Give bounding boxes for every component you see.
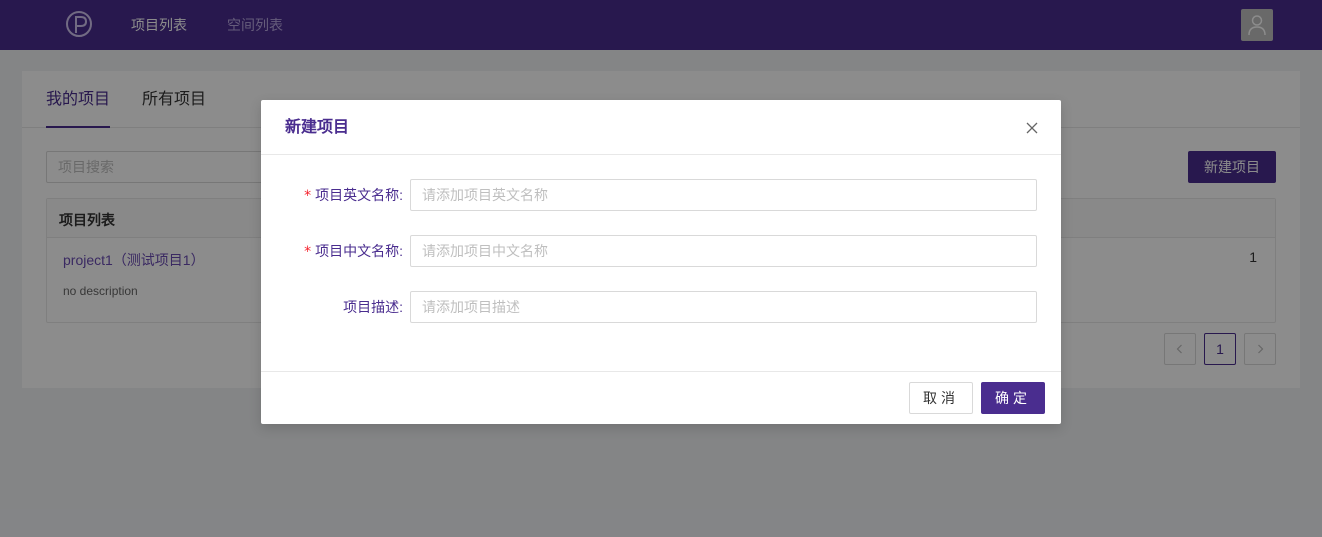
cancel-button[interactable]: 取消 [909,382,973,414]
required-mark: * [304,188,312,204]
description-label: 项目描述: [343,299,403,315]
close-icon [1026,122,1038,134]
english-name-input[interactable] [410,179,1037,211]
chinese-name-label: * 项目中文名称: [304,243,403,260]
english-name-label: * 项目英文名称: [304,187,403,204]
modal-title: 新建项目 [285,119,350,136]
description-input[interactable] [410,291,1037,323]
required-mark: * [304,244,312,260]
close-button[interactable] [1021,117,1043,139]
modal-footer-divider [261,371,1061,372]
chinese-name-input[interactable] [410,235,1037,267]
confirm-button[interactable]: 确定 [981,382,1045,414]
modal-header-divider [261,154,1061,155]
new-project-modal: 新建项目 *项目英文名称: *项目中文名称: 项目描述: 取消 确定 [261,100,1061,424]
